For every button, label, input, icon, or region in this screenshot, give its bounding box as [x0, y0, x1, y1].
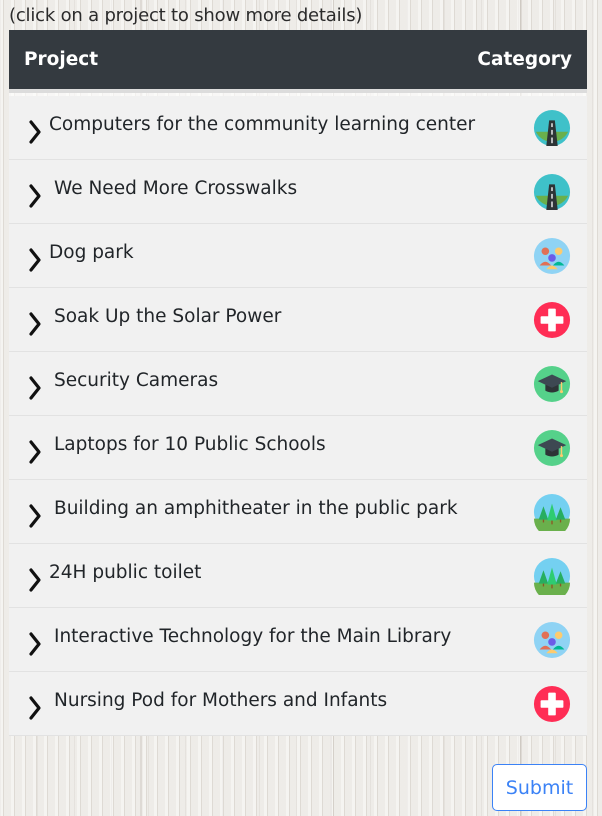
- table-header: Project Category: [9, 30, 587, 93]
- chevron-right-icon[interactable]: [27, 311, 43, 337]
- projects-table: Project Category Computers for the commu…: [9, 30, 587, 736]
- road-icon: [533, 109, 571, 147]
- parks-icon: [533, 493, 571, 537]
- project-title: Dog park: [49, 242, 134, 263]
- chevron-right-icon[interactable]: [27, 631, 43, 657]
- project-title: Computers for the community learning cen…: [49, 114, 476, 135]
- chevron-right-icon[interactable]: [27, 439, 43, 465]
- education-icon: [533, 365, 571, 403]
- project-title: Nursing Pod for Mothers and Infants: [54, 690, 388, 711]
- project-title: We Need More Crosswalks: [54, 178, 298, 199]
- project-title: Security Cameras: [54, 370, 219, 391]
- chevron-right-icon[interactable]: [27, 375, 43, 401]
- table-row[interactable]: Laptops for 10 Public Schools: [9, 416, 587, 480]
- chevron-right-icon[interactable]: [27, 119, 43, 145]
- project-title: Soak Up the Solar Power: [54, 306, 282, 327]
- chevron-right-icon[interactable]: [27, 695, 43, 721]
- table-row[interactable]: 24H public toilet: [9, 544, 587, 608]
- chevron-right-icon[interactable]: [27, 247, 43, 273]
- table-body: Computers for the community learning cen…: [9, 96, 587, 736]
- project-title: Laptops for 10 Public Schools: [54, 434, 326, 455]
- health-icon: [533, 301, 571, 339]
- header-project: Project: [24, 49, 99, 70]
- table-row[interactable]: Building an amphitheater in the public p…: [9, 480, 587, 544]
- table-row[interactable]: We Need More Crosswalks: [9, 160, 587, 224]
- instruction-text: (click on a project to show more details…: [9, 5, 363, 26]
- project-title: Building an amphitheater in the public p…: [54, 498, 458, 519]
- project-title: Interactive Technology for the Main Libr…: [54, 626, 452, 647]
- table-row[interactable]: Soak Up the Solar Power: [9, 288, 587, 352]
- project-title: 24H public toilet: [49, 562, 202, 583]
- table-row[interactable]: Dog park: [9, 224, 587, 288]
- table-row[interactable]: Security Cameras: [9, 352, 587, 416]
- table-row[interactable]: Interactive Technology for the Main Libr…: [9, 608, 587, 672]
- health-icon: [533, 685, 571, 723]
- road-icon: [533, 173, 571, 211]
- community-icon: [533, 237, 571, 275]
- chevron-right-icon[interactable]: [27, 183, 43, 209]
- community-icon: [533, 621, 571, 659]
- submit-button[interactable]: Submit: [492, 764, 587, 811]
- header-category: Category: [477, 49, 572, 70]
- table-row[interactable]: Computers for the community learning cen…: [9, 96, 587, 160]
- table-row[interactable]: Nursing Pod for Mothers and Infants: [9, 672, 587, 736]
- chevron-right-icon[interactable]: [27, 567, 43, 593]
- chevron-right-icon[interactable]: [27, 503, 43, 529]
- education-icon: [533, 429, 571, 467]
- parks-icon: [533, 557, 571, 601]
